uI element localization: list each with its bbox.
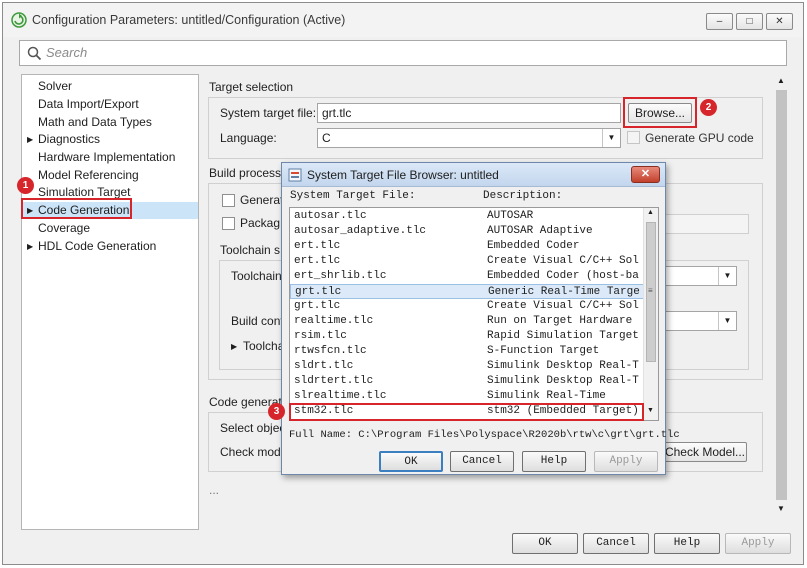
full-name-path: Full Name: C:\Program Files\Polyspace\R2…	[289, 429, 680, 441]
list-item[interactable]: realtime.tlc Run on Target Hardware	[290, 314, 645, 329]
toolchain-label: Toolchain	[231, 269, 282, 283]
system-target-file-field[interactable]: grt.tlc	[317, 103, 621, 123]
zip-file-name-field[interactable]	[663, 214, 749, 234]
system-target-file-browser-dialog: System Target File Browser: untitled ✕ S…	[268, 162, 680, 475]
check-model-button[interactable]: Check Model...	[663, 442, 747, 462]
build-configuration-label: Build conf	[231, 314, 284, 328]
tree-item-diagnostics[interactable]: ▶ Diagnostics	[22, 131, 198, 148]
list-item[interactable]: ert.tlc Create Visual C/C++ Sol	[290, 254, 645, 269]
generate-gpu-code-checkbox[interactable]	[627, 131, 640, 144]
tree-item-math-and-data-types[interactable]: Math and Data Types	[22, 114, 198, 131]
generate-code-only-checkbox[interactable]	[222, 194, 235, 207]
chevron-down-icon: ▼	[718, 267, 736, 285]
language-value: C	[322, 131, 331, 145]
search-icon	[27, 46, 42, 61]
search-placeholder: Search	[46, 45, 88, 60]
ok-button[interactable]: OK	[512, 533, 578, 554]
window-title: Configuration Parameters: untitled/Confi…	[32, 13, 346, 27]
expand-arrow-icon[interactable]: ▶	[231, 342, 237, 351]
scroll-up-icon[interactable]: ▲	[647, 209, 654, 216]
list-item[interactable]: sldrtert.tlc Simulink Desktop Real-T	[290, 374, 645, 389]
settings-tree: Solver Data Import/Export Math and Data …	[21, 74, 199, 530]
build-configuration-dropdown[interactable]: ▼	[663, 311, 737, 331]
expand-arrow-icon[interactable]: ▶	[27, 131, 33, 148]
tree-item-data-import-export[interactable]: Data Import/Export	[22, 96, 198, 113]
list-item[interactable]: ert.tlc Embedded Coder	[290, 239, 645, 254]
tree-item-coverage[interactable]: Coverage	[22, 220, 198, 237]
tree-item-model-referencing[interactable]: Model Referencing	[22, 167, 198, 184]
toolchain-settings-heading: Toolchain s	[220, 243, 281, 257]
column-header-file: System Target File:	[290, 190, 416, 202]
scroll-down-icon[interactable]: ▼	[777, 504, 785, 513]
generate-gpu-code-label: Generate GPU code	[645, 131, 754, 145]
list-scrollbar[interactable]: ▲ ≡ ▼	[643, 208, 658, 420]
toolchain-dropdown[interactable]: ▼	[663, 266, 737, 286]
highlight-box-browse	[623, 97, 697, 128]
list-item[interactable]: sldrt.tlc Simulink Desktop Real-T	[290, 359, 645, 374]
chevron-down-icon: ▼	[602, 129, 620, 147]
maximize-button[interactable]: □	[736, 13, 763, 30]
search-input[interactable]: Search	[19, 40, 787, 66]
tree-item-hardware-implementation[interactable]: Hardware Implementation	[22, 149, 198, 166]
dialog-title: System Target File Browser: untitled	[307, 168, 499, 182]
apply-button[interactable]: Apply	[725, 533, 791, 554]
tree-item-solver[interactable]: Solver	[22, 78, 198, 95]
simulink-app-icon	[288, 168, 302, 182]
annotation-badge-2: 2	[700, 99, 717, 116]
column-header-description: Description:	[483, 190, 563, 202]
dialog-ok-button[interactable]: OK	[379, 451, 443, 472]
title-bar[interactable]: Configuration Parameters: untitled/Confi…	[3, 3, 803, 37]
scrollbar-thumb[interactable]	[776, 90, 787, 500]
language-dropdown[interactable]: C ▼	[317, 128, 621, 148]
close-icon: ✕	[640, 168, 651, 180]
expand-arrow-icon[interactable]: ▶	[27, 238, 33, 255]
toolchain-details-label[interactable]: Toolcha	[243, 339, 284, 353]
package-code-label: Packag	[240, 216, 281, 230]
package-code-checkbox[interactable]	[222, 217, 235, 230]
list-item-selected[interactable]: grt.tlc Generic Real-Time Targe	[290, 284, 645, 299]
system-target-file-label: System target file:	[220, 106, 317, 120]
highlight-box-stm32	[289, 403, 644, 421]
dialog-title-bar[interactable]: System Target File Browser: untitled ✕	[282, 163, 665, 187]
list-item[interactable]: rtwsfcn.tlc S-Function Target	[290, 344, 645, 359]
target-selection-heading: Target selection	[209, 80, 294, 94]
list-item[interactable]: rsim.tlc Rapid Simulation Target	[290, 329, 645, 344]
simulink-app-icon	[11, 12, 27, 28]
scroll-grip-icon: ≡	[648, 286, 653, 295]
scroll-down-icon[interactable]: ▼	[647, 407, 654, 414]
list-item[interactable]: autosar.tlc AUTOSAR	[290, 209, 645, 224]
dialog-close-button[interactable]: ✕	[631, 166, 660, 183]
chevron-down-icon: ▼	[718, 312, 736, 330]
annotation-badge-1: 1	[17, 177, 34, 194]
generate-code-only-label: Generat	[240, 193, 284, 207]
build-process-heading: Build process	[209, 166, 282, 180]
dialog-apply-button[interactable]: Apply	[594, 451, 658, 472]
dialog-help-button[interactable]: Help	[522, 451, 586, 472]
help-button[interactable]: Help	[654, 533, 720, 554]
list-item[interactable]: autosar_adaptive.tlc AUTOSAR Adaptive	[290, 224, 645, 239]
list-item[interactable]: grt.tlc Create Visual C/C++ Sol	[290, 299, 645, 314]
list-item[interactable]: ert_shrlib.tlc Embedded Coder (host-ba	[290, 269, 645, 284]
vertical-scrollbar[interactable]: ▲ ▼	[774, 74, 789, 518]
check-model-label: Check mod	[220, 445, 281, 459]
dialog-cancel-button[interactable]: Cancel	[450, 451, 514, 472]
list-item[interactable]: slrealtime.tlc Simulink Real-Time	[290, 389, 645, 404]
minimize-button[interactable]: –	[706, 13, 733, 30]
target-file-list[interactable]: autosar.tlc AUTOSAR autosar_adaptive.tlc A…	[289, 207, 659, 421]
tree-item-hdl-code-generation[interactable]: ▶ HDL Code Generation	[22, 238, 198, 255]
language-label: Language:	[220, 131, 277, 145]
scroll-up-icon[interactable]: ▲	[777, 76, 785, 85]
close-button[interactable]: ✕	[766, 13, 793, 30]
highlight-box-code-generation	[21, 198, 132, 219]
cancel-button[interactable]: Cancel	[583, 533, 649, 554]
annotation-badge-3: 3	[268, 403, 285, 420]
select-objective-label: Select objec	[220, 421, 286, 435]
more-options-ellipsis: ...	[209, 483, 220, 497]
